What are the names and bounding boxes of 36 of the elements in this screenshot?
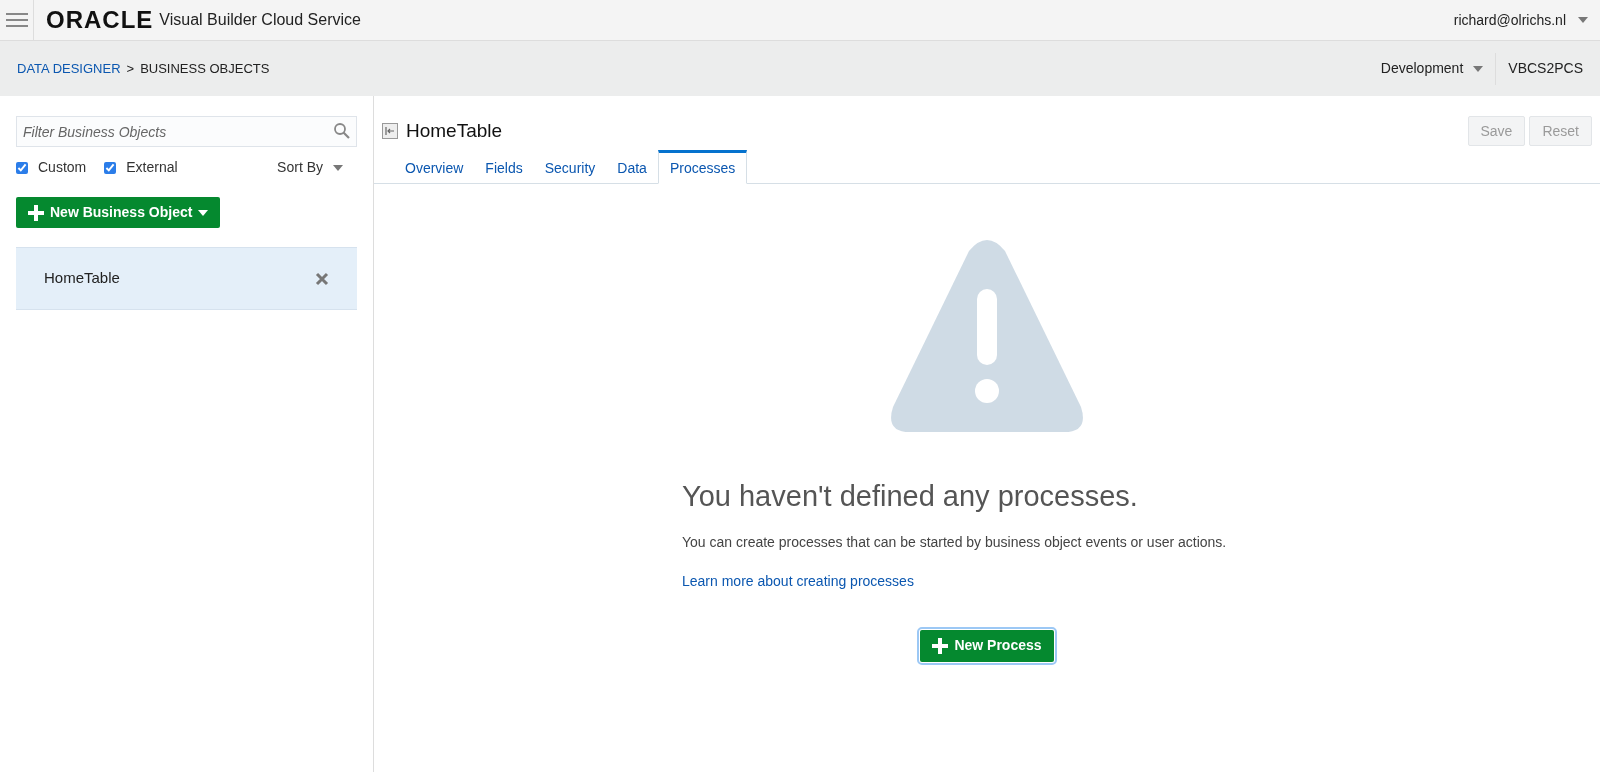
object-title: HomeTable — [406, 118, 503, 143]
user-menu[interactable]: richard@olrichs.nl — [1453, 9, 1588, 31]
search-icon — [333, 122, 351, 140]
plus-icon — [932, 637, 949, 654]
tab[interactable]: Overview — [394, 150, 475, 184]
caret-icon — [1578, 17, 1588, 23]
filter-checkbox[interactable] — [104, 161, 117, 174]
environment-dropdown[interactable]: Development — [1380, 52, 1497, 85]
breadcrumb-link[interactable]: DATA DESIGNER — [17, 58, 121, 79]
learn-more-link[interactable]: Learn more about creating processes — [682, 570, 914, 592]
empty-state-heading: You haven't defined any processes. — [682, 479, 1139, 514]
product-name: Visual Builder Cloud Service — [159, 10, 361, 30]
sort-dropdown[interactable]: Sort By — [277, 157, 343, 178]
app-name: VBCS2PCS — [1508, 59, 1583, 78]
close-icon[interactable] — [315, 271, 329, 286]
tab[interactable]: Fields — [474, 150, 534, 184]
tab[interactable]: Data — [606, 150, 658, 184]
empty-state-description: You can create processes that can be started by business object events or user actions. — [682, 532, 1228, 551]
filter-checkbox[interactable] — [16, 161, 28, 174]
warning-icon — [889, 239, 1085, 435]
new-business-object-button[interactable]: New Business Object — [16, 197, 221, 228]
filter-label: External — [126, 158, 178, 177]
collapse-panel-icon[interactable] — [382, 123, 398, 139]
tab[interactable]: Security — [533, 150, 607, 184]
caret-icon — [333, 164, 343, 171]
caret-icon — [1473, 65, 1484, 72]
caret-icon — [198, 209, 209, 216]
business-object-item[interactable]: HomeTable — [16, 247, 357, 310]
new-process-button[interactable]: New Process — [920, 629, 1054, 662]
plus-icon — [28, 204, 44, 221]
breadcrumb-separator: > — [126, 59, 135, 78]
brand-logo: ORACLE — [46, 8, 154, 32]
filter-label: Custom — [38, 158, 87, 177]
tab[interactable]: Processes — [657, 150, 748, 184]
breadcrumb-current: BUSINESS OBJECTS — [140, 59, 270, 78]
search-field[interactable]: Filter Business Objects — [16, 116, 357, 147]
